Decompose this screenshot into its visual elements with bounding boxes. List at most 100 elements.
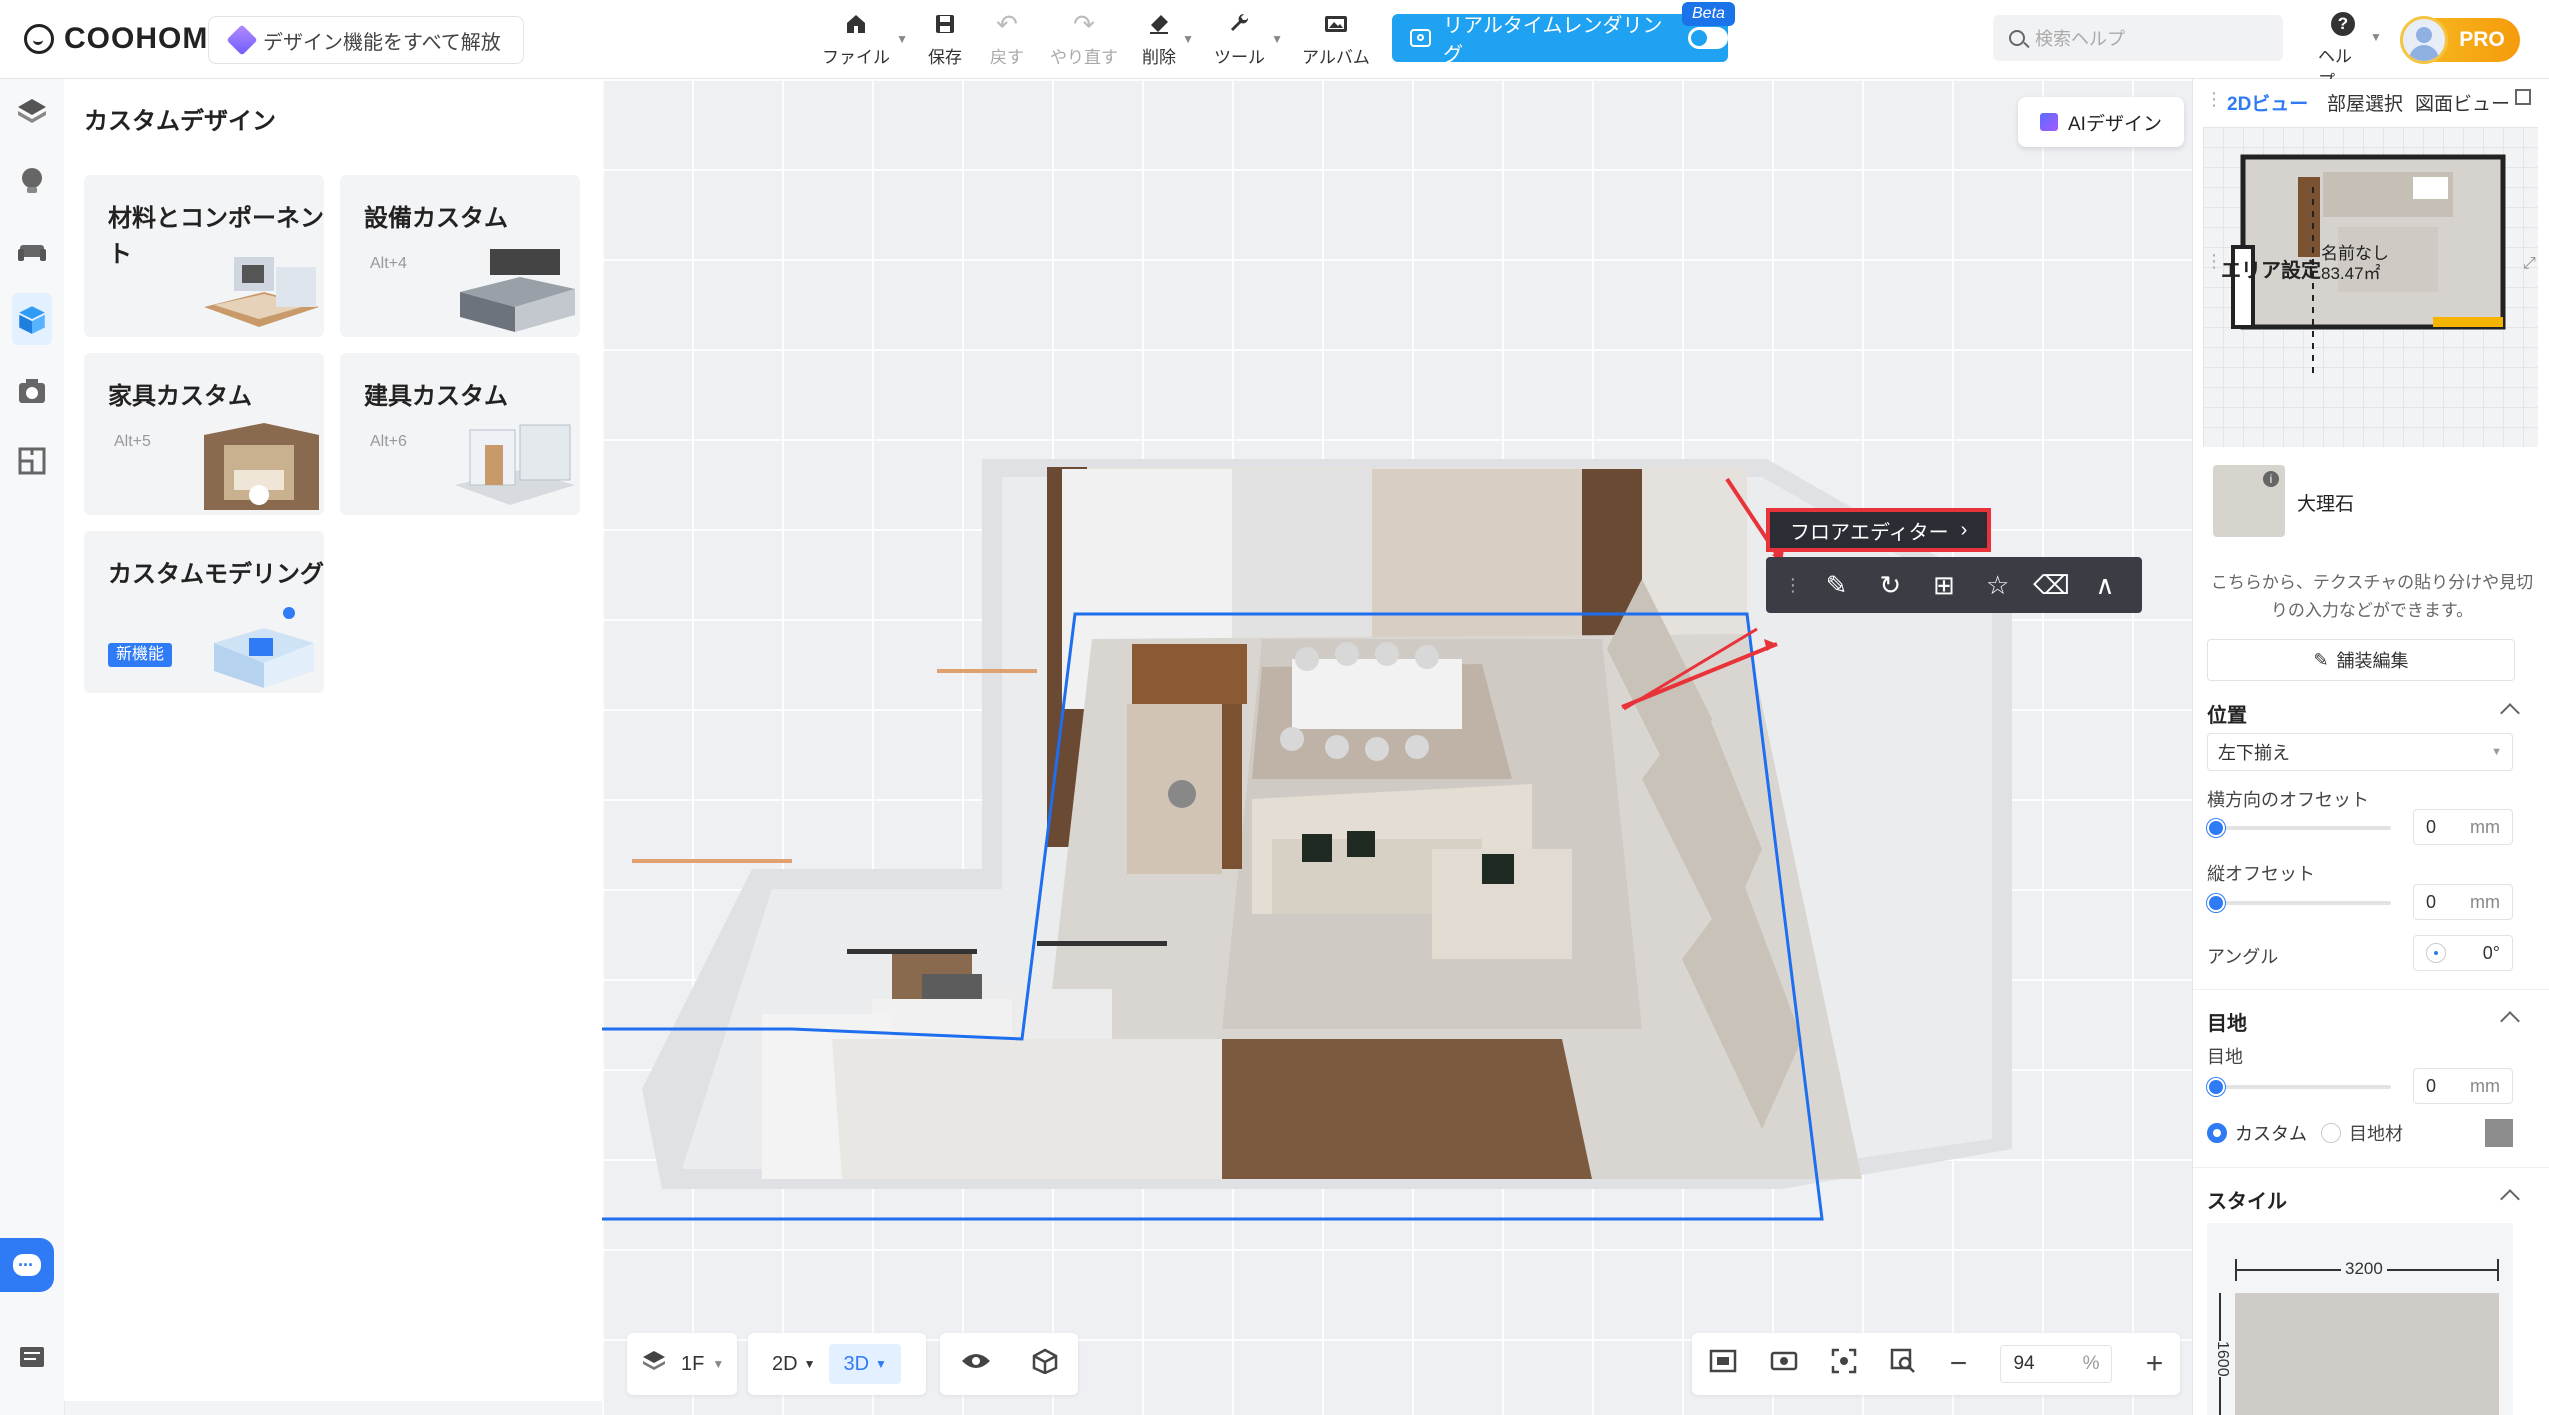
style-preview[interactable]: 3200 1600 <box>2207 1223 2513 1415</box>
h-offset-slider[interactable] <box>2215 826 2391 830</box>
card-furniture-custom[interactable]: 家具カスタム Alt+5 <box>84 353 324 515</box>
joint-input[interactable]: 0 mm <box>2413 1068 2513 1104</box>
eraser-icon[interactable]: ⌫ <box>2033 568 2070 602</box>
lighting-icon[interactable] <box>14 163 50 199</box>
floor-editor-button[interactable]: フロアエディター › <box>1766 508 1992 552</box>
avatar-head <box>2416 27 2432 43</box>
alignment-select[interactable]: 左下揃え ▼ <box>2207 733 2513 771</box>
card-hotkey: Alt+6 <box>370 433 407 450</box>
chevron-up-icon[interactable] <box>2500 1011 2520 1031</box>
v-offset-input[interactable]: 0 mm <box>2413 884 2513 920</box>
minimap-room-area: 83.47㎡ <box>2321 264 2381 283</box>
realtime-rendering-button[interactable]: リアルタイムレンダリング <box>1392 14 1729 66</box>
card-fixture-custom[interactable]: 建具カスタム Alt+6 <box>340 353 580 515</box>
chevron-down-icon: ▼ <box>1271 32 1283 46</box>
custom-design-icon[interactable] <box>12 293 52 345</box>
save-icon <box>930 10 960 38</box>
marble-texture-swatch[interactable]: i <box>2213 465 2285 537</box>
delete-menu-button[interactable]: 削除 ▼ <box>1142 10 1194 68</box>
angle-input[interactable]: 0° <box>2413 935 2513 971</box>
h-offset-slider-knob[interactable] <box>2207 819 2225 837</box>
ai-design-button[interactable]: AIデザイン <box>2018 97 2184 147</box>
avatar[interactable] <box>2400 16 2448 64</box>
camera-settings-icon[interactable] <box>1770 1349 1798 1379</box>
fit-view-icon[interactable] <box>1709 1349 1737 1379</box>
chevron-down-icon: ▼ <box>896 32 908 46</box>
furniture-thumbnail <box>204 423 319 510</box>
chevron-up-icon[interactable] <box>2500 1189 2520 1209</box>
joint-slider[interactable] <box>2215 1085 2391 1089</box>
menu-list-icon[interactable] <box>14 1339 50 1375</box>
v-offset-slider-knob[interactable] <box>2207 894 2225 912</box>
redo-button[interactable]: ↷ やり直す <box>1050 9 1118 68</box>
popout-icon[interactable] <box>2515 89 2531 105</box>
3d-room-view[interactable] <box>602 79 2192 1415</box>
save-button[interactable]: 保存 <box>928 10 962 68</box>
h-offset-input[interactable]: 0 mm <box>2413 809 2513 845</box>
structure-icon[interactable] <box>14 93 50 129</box>
tab-drawing-view[interactable]: 図面ビュー <box>2415 89 2510 116</box>
v-offset-slider[interactable] <box>2215 901 2391 905</box>
zoom-search-icon[interactable] <box>1890 1348 1916 1380</box>
tab-2d-view[interactable]: 2Dビュー <box>2227 89 2308 116</box>
zoom-out-button[interactable]: − <box>1950 1347 1968 1381</box>
furniture-icon[interactable] <box>14 233 50 269</box>
joint-label: 目地 <box>2207 1047 2243 1067</box>
radio-selected-icon[interactable] <box>2207 1123 2227 1143</box>
floorplan-icon[interactable] <box>14 443 50 479</box>
drag-handle-icon[interactable]: ⋮ <box>2205 89 2223 110</box>
drag-handle-icon[interactable]: ⋮ <box>1784 568 1802 602</box>
floor-label: 1F <box>681 1352 705 1375</box>
style-width-value: 3200 <box>2341 1259 2387 1279</box>
chat-support-button[interactable] <box>0 1238 54 1292</box>
logo-icon <box>24 24 54 54</box>
joint-option-material[interactable]: 目地材 <box>2321 1120 2403 1146</box>
zoom-value: 94 <box>2013 1353 2035 1374</box>
edit-paving-button[interactable]: ✎ 舗装編集 <box>2207 639 2515 681</box>
star-icon[interactable]: ☆ <box>1981 568 2015 602</box>
album-button[interactable]: アルバム <box>1302 10 1370 68</box>
info-icon[interactable]: i <box>2263 471 2279 487</box>
design-canvas[interactable] <box>602 79 2192 1415</box>
camera-icon[interactable] <box>14 373 50 409</box>
file-label: ファイル <box>822 48 890 67</box>
zoom-in-button[interactable]: + <box>2146 1347 2164 1381</box>
chevron-down-icon: ▼ <box>803 1357 816 1371</box>
dimension-tick <box>2497 1259 2499 1281</box>
chevron-down-icon[interactable]: ▼ <box>2370 30 2382 44</box>
coohom-logo[interactable]: COOHOM <box>24 22 208 56</box>
pencil-icon[interactable]: ✎ <box>1820 568 1854 602</box>
help-menu-button[interactable]: ? ヘルプ <box>2318 12 2368 91</box>
realtime-rendering-label: リアルタイムレンダリング <box>1443 15 1663 66</box>
help-search-input[interactable]: 検索ヘルプ <box>1993 15 2283 61</box>
minimap[interactable]: 名前なし 83.47㎡ <box>2203 127 2538 447</box>
delete-label: 削除 <box>1142 48 1176 67</box>
add-copy-icon[interactable]: ⊞ <box>1927 568 1961 602</box>
file-menu-button[interactable]: ファイル ▼ <box>822 10 908 68</box>
tools-menu-button[interactable]: ツール ▼ <box>1214 10 1283 68</box>
zoom-input[interactable]: 94 % <box>2000 1345 2113 1383</box>
angle-dial-icon[interactable] <box>2426 943 2446 963</box>
card-custom-modeling[interactable]: カスタムモデリング 新機能 <box>84 531 324 693</box>
chevron-up-icon[interactable] <box>2500 703 2520 723</box>
undo-button[interactable]: ↶ 戻す <box>990 9 1024 68</box>
joint-option-custom[interactable]: カスタム <box>2207 1120 2307 1146</box>
joint-color-swatch[interactable] <box>2485 1119 2513 1147</box>
style-section-title: スタイル <box>2207 1191 2287 1213</box>
radio-unselected-icon[interactable] <box>2321 1123 2341 1143</box>
card-equipment-custom[interactable]: 設備カスタム Alt+4 <box>340 175 580 337</box>
cube-icon[interactable] <box>1032 1348 1058 1380</box>
focus-icon[interactable] <box>1831 1348 1857 1380</box>
rotate-icon[interactable]: ↻ <box>1873 568 1907 602</box>
joint-slider-knob[interactable] <box>2207 1078 2225 1096</box>
tab-room-select[interactable]: 部屋選択 <box>2327 89 2403 116</box>
floor-selector[interactable]: 1F ▼ <box>627 1333 737 1395</box>
view-3d-button[interactable]: 3D ▼ <box>829 1344 901 1384</box>
eye-icon[interactable] <box>961 1351 991 1377</box>
expand-icon[interactable]: ⤢ <box>2523 255 2536 273</box>
realtime-rendering-toggle[interactable] <box>1688 27 1729 49</box>
card-materials-components[interactable]: 材料とコンポーネント <box>84 175 324 337</box>
smart-icon[interactable]: ∧ <box>2088 568 2122 602</box>
unlock-features-button[interactable]: デザイン機能をすべて解放 <box>208 16 524 64</box>
view-2d-button[interactable]: 2D ▼ <box>758 1344 829 1384</box>
